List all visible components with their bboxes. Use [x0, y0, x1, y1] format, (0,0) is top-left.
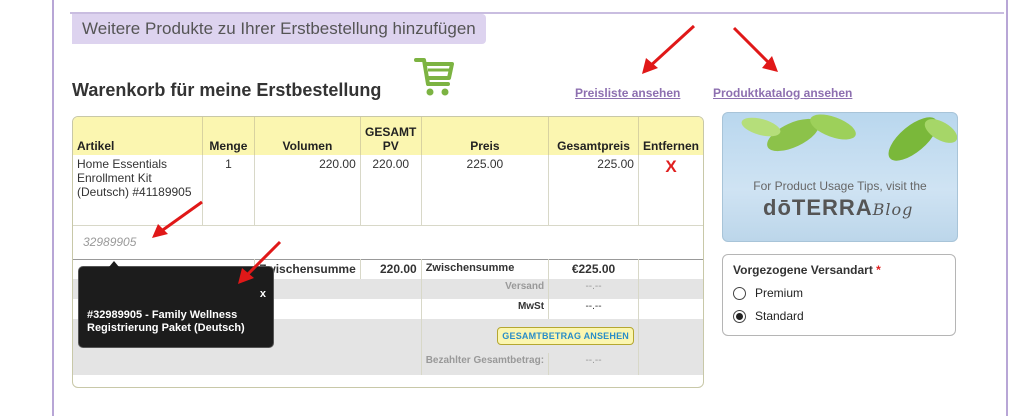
- qty-cell: 1: [202, 155, 256, 225]
- paid-total-value: --.--: [548, 353, 639, 375]
- header-total-pv: GESAMT PV: [360, 117, 422, 155]
- tooltip-close-button[interactable]: x: [260, 288, 266, 300]
- radio-standard[interactable]: [733, 309, 746, 323]
- item-code-input[interactable]: 32989905: [83, 235, 136, 249]
- header-qty: Menge: [202, 117, 256, 155]
- shipping-title: Vorgezogene Versandart: [733, 263, 873, 277]
- doterra-logo: dōTERRABlog: [763, 195, 914, 220]
- view-total-button[interactable]: GESAMTBETRAG ANSEHEN: [497, 327, 634, 345]
- total-cell: 225.00: [548, 155, 639, 225]
- leaves-image: [741, 114, 957, 161]
- price-list-link[interactable]: Preisliste ansehen: [575, 86, 680, 100]
- tax-label: MwSt: [421, 299, 550, 319]
- shopping-cart-icon: [414, 58, 454, 96]
- option-label-standard: Standard: [755, 309, 804, 323]
- header-total-price: Gesamtpreis: [548, 117, 639, 155]
- shipping-label: Versand: [421, 279, 550, 299]
- subtotal-label-2: Zwischensumme: [421, 258, 550, 279]
- option-label-premium: Premium: [755, 286, 804, 300]
- blog-tagline: For Product Usage Tips, visit the: [753, 179, 927, 193]
- red-arrow-annotation: [642, 24, 696, 74]
- radio-premium[interactable]: [733, 286, 746, 300]
- tooltip-text: #32989905 - Family Wellness Registrierun…: [87, 309, 245, 334]
- red-arrow-annotation: [152, 200, 203, 238]
- pv-cell: 220.00: [360, 155, 422, 225]
- shipping-option-premium[interactable]: Premium: [733, 286, 945, 300]
- shipping-value: --.--: [548, 279, 639, 299]
- tooltip-pointer: [109, 261, 119, 267]
- remove-button[interactable]: X: [665, 157, 676, 176]
- catalog-link[interactable]: Produktkatalog ansehen: [713, 86, 852, 100]
- header-price: Preis: [421, 117, 550, 155]
- paid-total-label: Bezahlter Gesamtbetrag:: [421, 353, 550, 375]
- header-remove: Entfernen: [638, 117, 703, 155]
- header-article: Artikel: [73, 117, 203, 155]
- red-arrow-annotation: [238, 240, 282, 284]
- add-products-banner[interactable]: Weitere Produkte zu Ihrer Erstbestellung…: [72, 14, 486, 44]
- doterra-blog-banner[interactable]: For Product Usage Tips, visit the dōTERR…: [722, 112, 958, 242]
- subtotal-pv: 220.00: [360, 258, 422, 279]
- volume-cell: 220.00: [254, 155, 361, 225]
- tax-value: --.--: [548, 299, 639, 319]
- subtotal-value: €225.00: [548, 258, 639, 279]
- cart-title: Warenkorb für meine Erstbestellung: [72, 80, 382, 100]
- red-arrow-annotation: [732, 26, 778, 72]
- shipping-option-standard[interactable]: Standard: [733, 309, 945, 323]
- price-cell: 225.00: [421, 155, 550, 225]
- required-marker: *: [876, 263, 881, 277]
- header-volume: Volumen: [254, 117, 361, 155]
- shipping-method-panel: Vorgezogene Versandart * Premium Standar…: [722, 254, 956, 336]
